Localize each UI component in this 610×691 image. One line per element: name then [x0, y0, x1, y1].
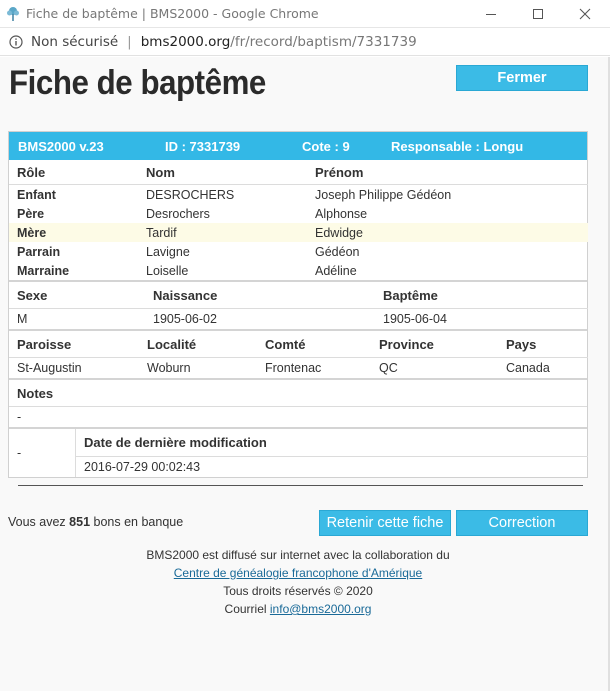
bank-suffix: bons en banque — [93, 515, 184, 529]
last-modified-left-value: - — [9, 429, 76, 477]
footer-rights: Tous droits réservés © 2020 — [223, 584, 373, 598]
bank-prefix: Vous avez — [8, 515, 66, 529]
notes-section: Notes - — [9, 378, 587, 427]
naissance-value: 1905-06-02 — [153, 312, 217, 326]
last-modified-section: - Date de dernière modification 2016-07-… — [9, 427, 588, 477]
bank-count: 851 — [69, 515, 91, 529]
footer: BMS2000 est diffusé sur internet avec la… — [0, 546, 596, 618]
title-bar: Fiche de baptême | BMS2000 - Google Chro… — [0, 0, 610, 28]
url-host: bms2000.org — [140, 33, 231, 50]
close-window-button[interactable] — [562, 0, 608, 28]
column-header: Comté — [257, 331, 371, 358]
role-cell: Enfant — [17, 187, 56, 202]
page-content: Fiche de baptême Fermer BMS2000 v.23 ID … — [0, 57, 610, 691]
prenom-cell: Alphonse — [315, 206, 368, 221]
prenom-cell: Gédéon — [315, 244, 360, 259]
column-header: Province — [371, 331, 498, 358]
notes-header: Notes — [9, 380, 587, 407]
column-header: Pays — [498, 331, 588, 358]
divider — [18, 485, 583, 486]
comte-value: Frontenac — [265, 361, 322, 375]
places-table: Paroisse Localité Comté Province Pays St… — [9, 329, 588, 378]
pays-value: Canada — [506, 361, 550, 375]
roles-table: Rôle Nom Prénom Enfant DESROCHERS Joseph… — [9, 160, 588, 280]
prenom-cell: Adéline — [315, 263, 357, 278]
role-cell: Mère — [9, 223, 138, 242]
role-cell: Marraine — [17, 263, 70, 278]
sexe-value: M — [17, 312, 28, 326]
column-header: Nom — [138, 160, 307, 185]
record-responsable: Responsable : Longu — [391, 138, 524, 154]
record-table: BMS2000 v.23 ID : 7331739 Cote : 9 Respo… — [8, 131, 588, 478]
footer-email-line: Courriel info@bms2000.org — [0, 600, 596, 618]
paroisse-value: St-Augustin — [17, 361, 82, 375]
record-cote: Cote : 9 — [302, 138, 350, 154]
province-value: QC — [379, 361, 398, 375]
footer-collaboration: BMS2000 est diffusé sur internet avec la… — [146, 548, 450, 562]
column-header: Localité — [139, 331, 257, 358]
close-button[interactable]: Fermer — [456, 65, 588, 91]
nom-cell: Lavigne — [146, 244, 190, 259]
info-icon[interactable] — [9, 34, 23, 49]
column-header: Baptême — [375, 282, 588, 309]
bank-balance: Vous avez 851 bons en banque — [8, 515, 183, 529]
window-title: Fiche de baptême | BMS2000 - Google Chro… — [26, 6, 319, 21]
correction-button[interactable]: Correction — [456, 510, 588, 536]
address-bar[interactable]: Non sécurisé | bms2000.org/fr/record/bap… — [0, 28, 610, 56]
security-label[interactable]: Non sécurisé — [31, 34, 118, 50]
column-header: Rôle — [9, 160, 138, 185]
nom-cell: DESROCHERS — [146, 187, 235, 202]
page-title: Fiche de baptême — [9, 64, 266, 102]
prenom-cell: Joseph Philippe Gédéon — [315, 187, 452, 202]
nom-cell: Loiselle — [146, 263, 189, 278]
role-cell: Parrain — [17, 244, 61, 259]
nom-cell: Tardif — [138, 223, 307, 242]
role-cell: Père — [17, 206, 45, 221]
tree-icon — [4, 5, 22, 23]
footer-partner-link[interactable]: Centre de généalogie francophone d'Améri… — [174, 566, 422, 580]
retain-record-button[interactable]: Retenir cette fiche — [319, 510, 451, 536]
url-text[interactable]: bms2000.org/fr/record/baptism/7331739 — [141, 34, 417, 50]
prenom-cell: Edwidge — [307, 223, 588, 242]
footer-email-link[interactable]: info@bms2000.org — [270, 602, 372, 616]
dates-table: Sexe Naissance Baptême M 1905-06-02 1905… — [9, 280, 588, 329]
record-version: BMS2000 v.23 — [18, 138, 104, 154]
column-header: Sexe — [9, 282, 145, 309]
bapteme-value: 1905-06-04 — [383, 312, 447, 326]
column-header: Paroisse — [9, 331, 139, 358]
column-header: Naissance — [145, 282, 375, 309]
footer-email-prefix: Courriel — [224, 602, 267, 616]
last-modified-header: Date de dernière modification — [76, 429, 588, 457]
maximize-button[interactable] — [515, 0, 561, 28]
record-id: ID : 7331739 — [165, 138, 241, 154]
minimize-button[interactable] — [468, 0, 514, 28]
nom-cell: Desrochers — [146, 206, 210, 221]
record-header: BMS2000 v.23 ID : 7331739 Cote : 9 Respo… — [9, 132, 587, 160]
last-modified-value: 2016-07-29 00:02:43 — [84, 460, 201, 474]
notes-value: - — [17, 410, 22, 424]
localite-value: Woburn — [147, 361, 191, 375]
url-path: /fr/record/baptism/7331739 — [230, 33, 417, 50]
address-separator: | — [127, 33, 132, 50]
column-header: Prénom — [307, 160, 588, 185]
